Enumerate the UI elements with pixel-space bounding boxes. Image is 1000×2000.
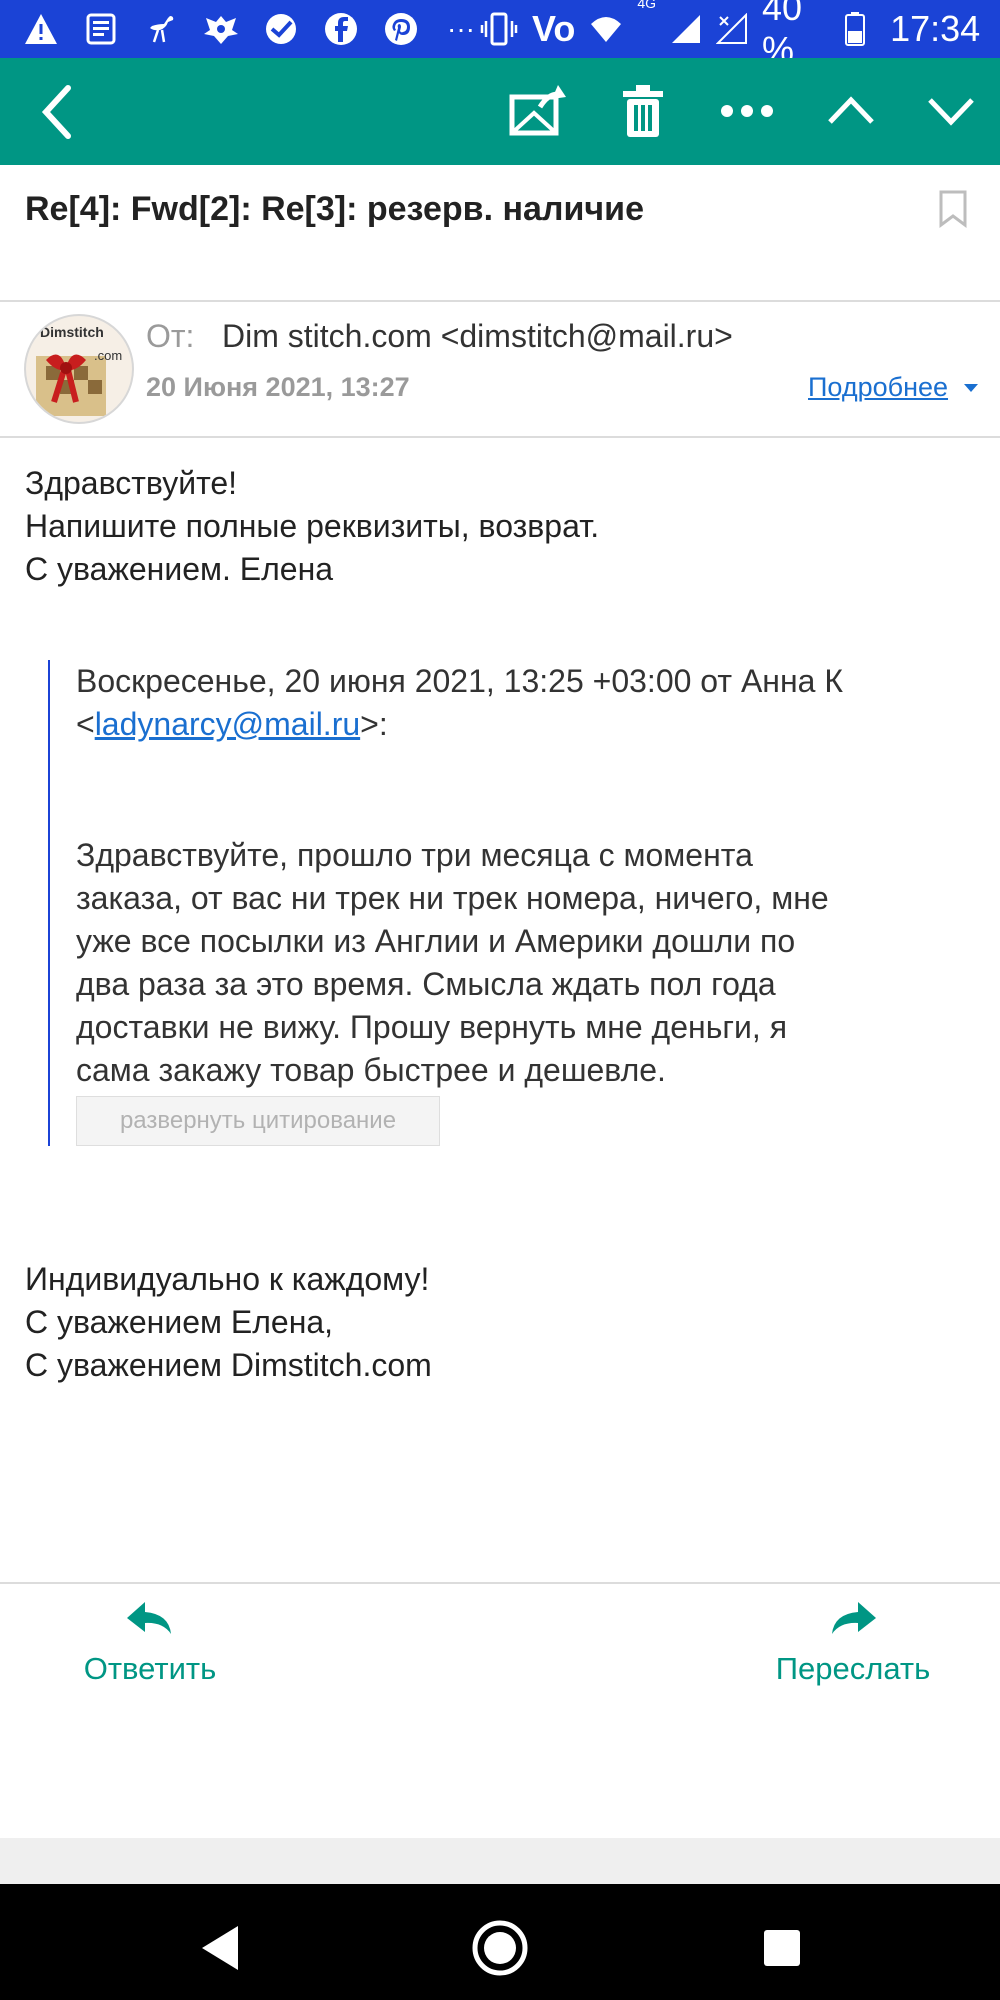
quote-line: сама закажу товар быстрее и дешевле. — [76, 1052, 666, 1088]
quoted-email-link[interactable]: ladynarcy@mail.ru — [95, 706, 360, 742]
reply-arrow-icon — [127, 1602, 171, 1634]
delete-button[interactable] — [610, 78, 676, 144]
volte-label: Vo — [532, 8, 576, 49]
triangle-back-icon — [202, 1926, 238, 1970]
sender-address[interactable]: Dim stitch.com <dimstitch@mail.ru> — [222, 318, 733, 355]
more-button[interactable] — [714, 78, 780, 144]
battery-icon — [840, 10, 870, 48]
details-link[interactable]: Подробнее — [808, 372, 948, 403]
forward-label: Переслать — [775, 1651, 931, 1686]
body-line: С уважением. Елена — [25, 551, 334, 587]
quote-bar — [48, 660, 50, 1146]
caret-down-icon[interactable] — [964, 384, 978, 392]
avatar[interactable]: Dimstitch .com — [24, 314, 134, 424]
quote-header: Воскресенье, 20 июня 2021, 13:25 +03:00 … — [76, 663, 843, 699]
quote-header-address: <ladynarcy@mail.ru>: — [76, 703, 966, 746]
emblem-icon — [202, 10, 240, 48]
header-divider — [0, 300, 1000, 302]
news-icon — [82, 10, 120, 48]
quote-line: Здравствуйте, прошло три месяца с момент… — [76, 837, 753, 873]
actions-divider — [0, 1582, 1000, 1584]
mark-unread-button[interactable] — [503, 78, 569, 144]
nav-home-button[interactable] — [470, 1918, 530, 1978]
signature-line: Индивидуально к каждому! — [25, 1261, 430, 1297]
signal-icon — [670, 10, 702, 48]
vibrate-icon — [480, 10, 518, 48]
quote-line: заказа, от вас ни трек ни трек номера, н… — [76, 880, 829, 916]
square-recents-icon — [764, 1930, 800, 1966]
status-bar: ··· Vo 4G 40 % 17:34 — [0, 0, 1000, 70]
sender-divider — [0, 436, 1000, 438]
navigation-bar — [0, 1884, 1000, 2000]
reply-label: Ответить — [83, 1651, 217, 1686]
envelope-unread-icon — [509, 85, 566, 136]
body-line: Напишите полные реквизиты, возврат. — [25, 508, 600, 544]
signature-line: С уважением Елена, — [25, 1304, 334, 1340]
clock: 17:34 — [890, 8, 981, 49]
quote-line: доставки не вижу. Прошу вернуть мне день… — [76, 1009, 788, 1045]
nav-recents-button[interactable] — [752, 1918, 812, 1978]
forward-arrow-icon — [832, 1602, 876, 1634]
avatar-brand: Dimstitch — [40, 324, 104, 340]
sber-icon — [262, 10, 300, 48]
network-type-label: 4G — [637, 0, 657, 11]
chevron-down-icon — [928, 98, 974, 126]
signature-line: С уважением Dimstitch.com — [25, 1347, 432, 1383]
quote-bracket-close: >: — [360, 706, 388, 742]
email-date: 20 Июня 2021, 13:27 — [146, 372, 410, 402]
warning-icon — [22, 10, 60, 48]
trash-icon — [623, 85, 663, 137]
from-label: От: — [146, 318, 195, 354]
toolbar — [0, 58, 1000, 165]
quote-line: два раза за это время. Смысла ждать пол … — [76, 966, 776, 1002]
next-message-button[interactable] — [918, 78, 984, 144]
signal-no-service-icon — [716, 10, 748, 48]
bottom-strip — [0, 1838, 1000, 1884]
previous-message-button[interactable] — [818, 78, 884, 144]
facebook-icon — [322, 10, 360, 48]
chevron-up-icon — [828, 96, 874, 124]
wifi-icon — [589, 10, 623, 48]
quote-bracket-open: < — [76, 706, 95, 742]
back-button[interactable] — [30, 80, 90, 144]
chevron-left-icon — [41, 85, 71, 139]
expand-quote-button[interactable]: развернуть цитирование — [76, 1096, 440, 1146]
bookmark-icon — [939, 190, 967, 228]
quote-line: уже все посылки из Англии и Америки дошл… — [76, 923, 796, 959]
bookmark-button[interactable] — [938, 190, 968, 228]
more-notifications-icon: ··· — [447, 13, 475, 44]
pinterest-icon — [382, 10, 420, 48]
email-subject: Re[4]: Fwd[2]: Re[3]: резерв. наличие — [25, 190, 644, 228]
ostrich-icon — [142, 10, 180, 48]
more-dots-icon — [721, 105, 773, 117]
nav-back-button[interactable] — [190, 1918, 250, 1978]
home-circle-icon — [472, 1920, 528, 1976]
body-line: Здравствуйте! — [25, 465, 238, 501]
avatar-brand-suffix: .com — [94, 348, 123, 363]
reply-button[interactable]: Ответить — [60, 1598, 240, 1687]
forward-button[interactable]: Переслать — [758, 1598, 948, 1687]
